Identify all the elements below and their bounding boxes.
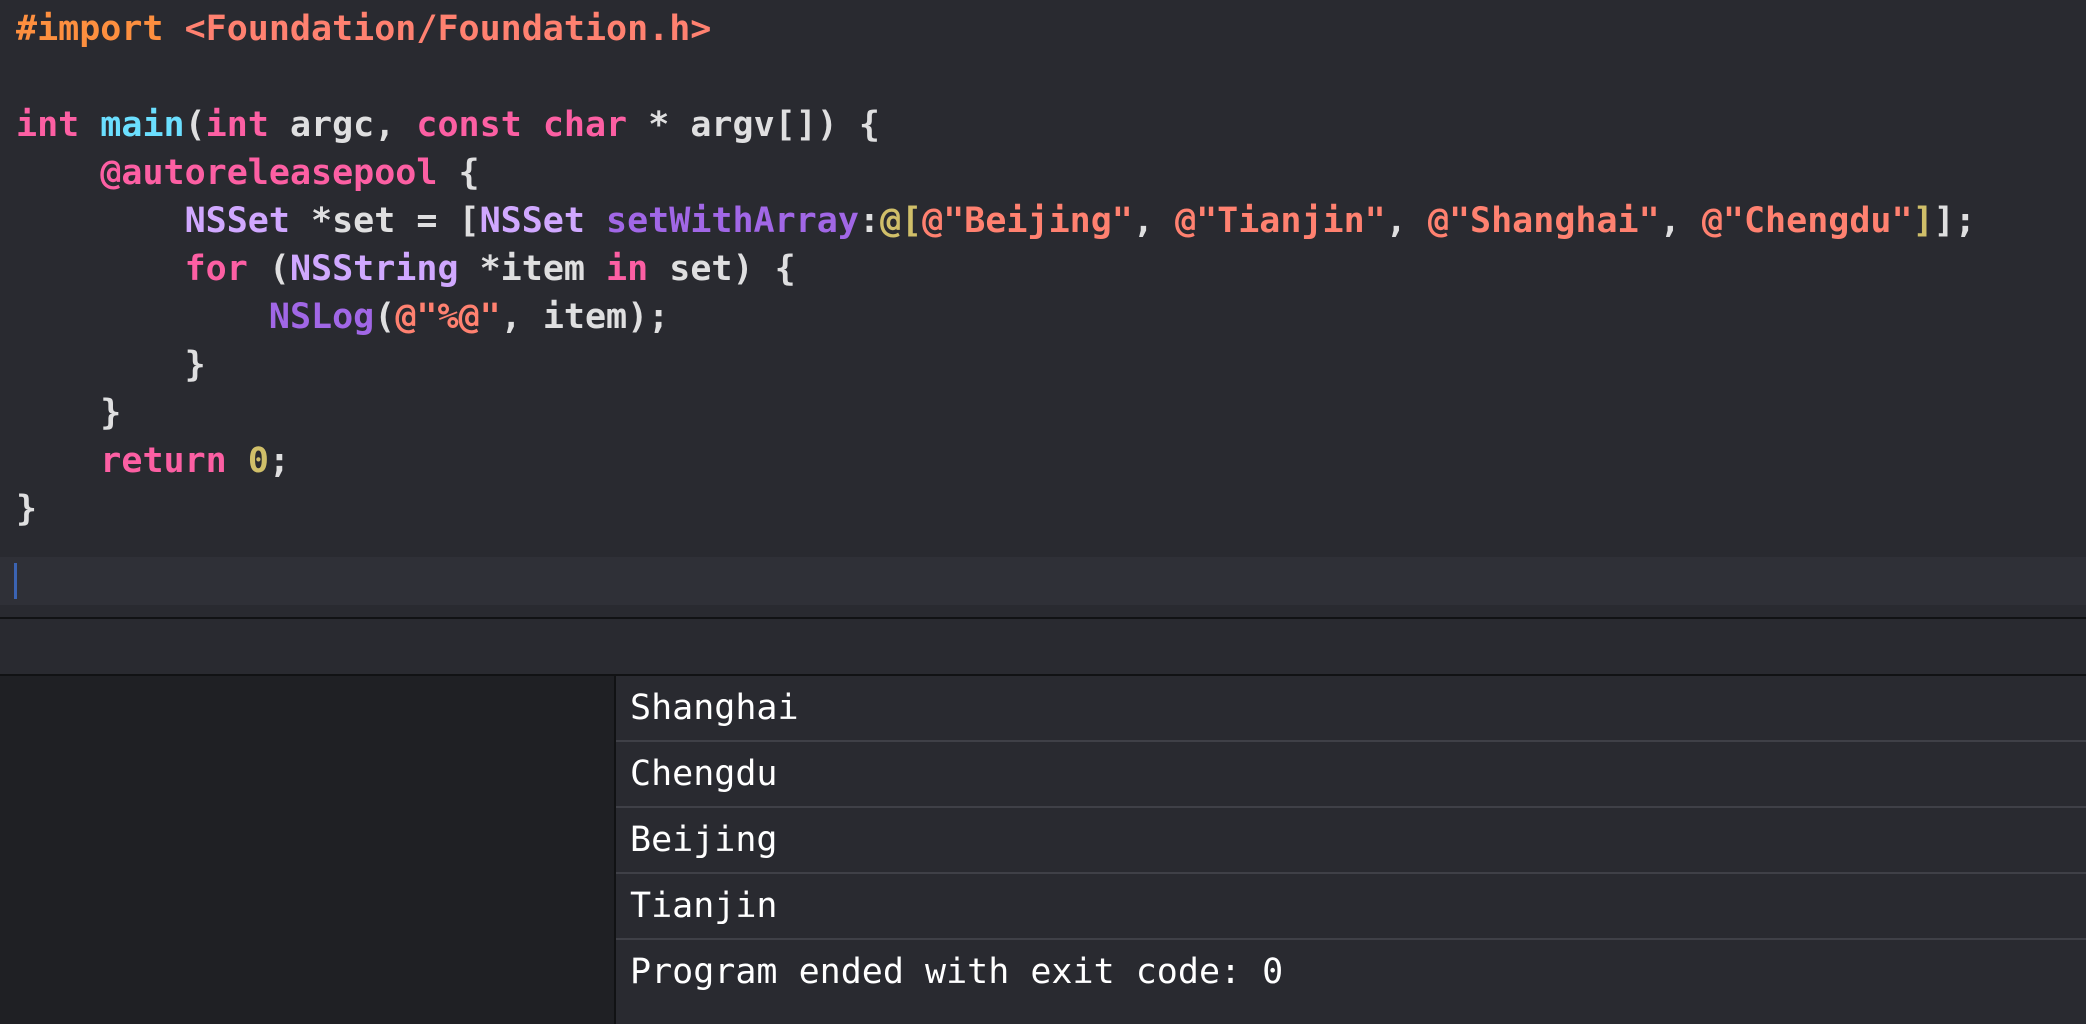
code-token: <Foundation/Foundation.h> xyxy=(184,9,712,49)
code-token: { xyxy=(437,153,480,193)
code-line[interactable]: NSSet *set = [NSSet setWithArray:@[@"Bei… xyxy=(16,197,1976,245)
code-token: const xyxy=(416,105,522,145)
variables-view[interactable] xyxy=(0,676,614,1024)
console-line: Tianjin xyxy=(616,874,2086,940)
code-editor[interactable]: #import <Foundation/Foundation.h> int mai… xyxy=(0,0,2086,616)
console-line-text: Beijing xyxy=(630,820,778,860)
code-line[interactable]: NSLog(@"%@", item); xyxy=(16,293,669,341)
console-line-text: Tianjin xyxy=(630,886,778,926)
code-token: NSSet xyxy=(479,201,585,241)
code-token: } xyxy=(16,489,38,529)
code-token: @"%@" xyxy=(395,297,501,337)
code-token: in xyxy=(606,249,649,289)
code-line[interactable]: for (NSString *item in set) { xyxy=(16,245,796,293)
code-token: @autoreleasepool xyxy=(100,153,438,193)
debug-bar xyxy=(0,619,2086,676)
code-token: ] xyxy=(1912,201,1934,241)
console-line: Beijing xyxy=(616,808,2086,874)
code-line[interactable]: } xyxy=(16,389,121,437)
code-token: NSLog xyxy=(268,297,375,337)
code-token: *set = [ xyxy=(289,201,480,241)
code-token: } xyxy=(16,393,122,433)
code-line[interactable]: } xyxy=(16,341,206,389)
code-line[interactable]: #import <Foundation/Foundation.h> xyxy=(16,5,711,53)
console-line: Program ended with exit code: 0 xyxy=(616,940,2086,1004)
code-token: } xyxy=(16,345,206,385)
code-token: 0 xyxy=(247,441,269,481)
console-output[interactable]: Shanghai Chengdu Beijing Tianjin Program… xyxy=(616,676,2086,1024)
code-token: argc, xyxy=(268,105,417,145)
code-token: ( xyxy=(184,105,206,145)
code-line[interactable]: } xyxy=(16,485,37,533)
code-token: *item xyxy=(458,249,607,289)
code-token: #import xyxy=(16,9,185,49)
code-line[interactable]: return 0; xyxy=(16,437,290,485)
console-line-text: Chengdu xyxy=(630,754,778,794)
console-line-text: Program ended with exit code: 0 xyxy=(630,952,1284,992)
code-token: for xyxy=(184,249,248,289)
code-token: NSSet xyxy=(184,201,290,241)
code-token: NSString xyxy=(289,249,459,289)
code-token: ( xyxy=(374,297,396,337)
console-line: Shanghai xyxy=(616,676,2086,742)
code-token: int xyxy=(16,105,80,145)
code-token: ]; xyxy=(1933,201,1976,241)
code-token: @"Beijing" xyxy=(922,201,1133,241)
current-line-highlight xyxy=(0,557,2086,605)
code-token: , xyxy=(1132,201,1176,241)
text-cursor xyxy=(14,563,17,599)
code-token: ; xyxy=(268,441,290,481)
code-token: @"Tianjin" xyxy=(1175,201,1386,241)
code-token: int xyxy=(205,105,269,145)
code-token: * argv[]) { xyxy=(627,105,881,145)
code-token: ( xyxy=(247,249,290,289)
code-token: , item); xyxy=(500,297,670,337)
code-token: , xyxy=(1659,201,1702,241)
console-line-text: Shanghai xyxy=(630,688,799,728)
console-line: Chengdu xyxy=(616,742,2086,808)
code-token: @[ xyxy=(879,201,923,241)
code-token: char xyxy=(542,105,628,145)
code-token: setWithArray xyxy=(606,201,859,241)
code-token: , xyxy=(1385,201,1428,241)
code-token: : xyxy=(858,201,880,241)
code-line[interactable]: int main(int argc, const char * argv[]) … xyxy=(16,101,880,149)
code-token: @"Chengdu" xyxy=(1701,201,1913,241)
code-token: main xyxy=(100,105,185,145)
code-token: return xyxy=(100,441,227,481)
code-token: set) { xyxy=(648,249,796,289)
code-token: @"Shanghai" xyxy=(1427,201,1660,241)
code-line[interactable]: @autoreleasepool { xyxy=(16,149,480,197)
